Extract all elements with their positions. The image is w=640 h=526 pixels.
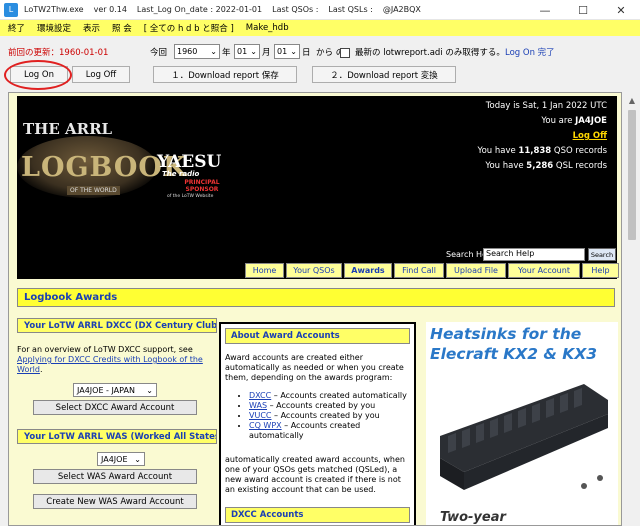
highlight-annotation — [4, 60, 72, 90]
list-item: VUCC – Accounts created by you — [249, 411, 414, 421]
download-convert-button[interactable]: ２．Download report 変換 — [312, 66, 456, 83]
nav-help[interactable]: Help — [582, 263, 619, 278]
callsign: JA4JOE — [575, 116, 607, 126]
search-help-input[interactable]: Search Help — [483, 248, 585, 261]
qso-count: You have 11,838 QSO records — [477, 146, 608, 156]
day-unit: 日 — [302, 48, 311, 58]
heatsink-image — [440, 384, 608, 490]
chevron-down-icon: ⌄ — [290, 47, 297, 56]
was-account-header: Your LoTW ARRL WAS (Worked All States) A… — [17, 429, 217, 444]
year-select[interactable]: 1960 ⌄ — [174, 44, 220, 59]
last-update: 前回の更新：1960-01-01 — [8, 48, 109, 58]
account-summary: Today is Sat, 1 Jan 2022 UTC You are JA4… — [478, 99, 608, 174]
you-are: You are JA4JOE — [541, 116, 607, 126]
search-button[interactable]: Search — [588, 248, 616, 261]
title-last-logon: Last_Log On_date : 2022-01-01 — [136, 5, 263, 14]
title-last-qsos: Last QSOs : — [272, 5, 319, 14]
about-award-accounts-panel: About Award Accounts Award accounts are … — [219, 322, 416, 525]
dxcc-credits-link[interactable]: Applying for DXCC Credits with Logbook o… — [17, 355, 203, 374]
nav-upload-file[interactable]: Upload File — [446, 263, 506, 278]
chevron-down-icon: ⌄ — [210, 47, 217, 56]
day-select[interactable]: 01 ⌄ — [274, 44, 300, 59]
about-auto-text: automatically created award accounts, wh… — [225, 455, 405, 494]
minimize-button[interactable]: — — [526, 0, 564, 20]
list-item: CQ WPX – Accounts created automatically — [249, 421, 414, 441]
status-text: Log On 完了 — [505, 48, 555, 58]
today-date: Today is Sat, 1 Jan 2022 UTC — [485, 101, 607, 111]
menu-make-hdb[interactable]: Make_hdb — [246, 23, 289, 33]
menu-lookup[interactable]: 照 会 — [112, 22, 132, 34]
latest-only-label: 最新の lotwreport.adi のみ取得する。 — [355, 48, 505, 58]
about-title: About Award Accounts — [225, 328, 410, 344]
sponsor-logo: YAESU — [157, 152, 222, 172]
sponsor-tagline: The radio — [162, 170, 200, 178]
title-bar: L LoTW2Thw.exe ver 0.14 Last_Log On_date… — [0, 0, 640, 20]
title-last-qsls: Last QSLs : — [328, 5, 373, 14]
scroll-thumb[interactable] — [628, 110, 636, 240]
lotw-header: THE ARRL LOGBOOK OF THE WORLD YAESU The … — [17, 96, 619, 279]
sponsor-sub: of the LoTW Website — [167, 194, 214, 199]
list-item: DXCC – Accounts created automatically — [249, 391, 414, 401]
vucc-link[interactable]: VUCC — [249, 411, 272, 420]
chevron-down-icon: ⌄ — [134, 454, 141, 464]
dxcc-account-select[interactable]: JA4JOE - JAPAN ⌄ — [73, 383, 157, 397]
window-title: LoTW2Thw.exe ver 0.14 Last_Log On_date :… — [24, 5, 421, 14]
award-accounts-column: Your LoTW ARRL DXCC (DX Century Club) Ac… — [17, 318, 217, 525]
cq-wpx-link[interactable]: CQ WPX — [249, 421, 282, 430]
title-version: ver 0.14 — [93, 5, 127, 14]
title-author: @JA2BQX — [382, 5, 421, 14]
ad-bottom-text: Two-year — [440, 510, 506, 525]
logo-of-the-world: OF THE WORLD — [67, 186, 120, 195]
year-unit: 年 — [222, 48, 231, 58]
qsl-count: You have 5,286 QSL records — [485, 161, 607, 171]
logo-the-arrl: THE ARRL — [23, 120, 113, 138]
page-title: Logbook Awards — [17, 288, 615, 307]
chevron-up-icon[interactable]: ▲ — [624, 96, 640, 105]
about-intro: Award accounts are created either automa… — [225, 353, 404, 382]
latest-only-checkbox[interactable] — [340, 48, 350, 58]
chevron-down-icon: ⌄ — [250, 47, 257, 56]
sponsor-role: PRINCIPAL SPONSOR — [184, 179, 220, 193]
select-dxcc-button[interactable]: Select DXCC Award Account — [33, 400, 197, 415]
chevron-down-icon: ⌄ — [146, 385, 153, 395]
ad-title: Heatsinks for the Elecraft KX2 & KX3 — [430, 325, 598, 363]
menu-bar: 終了 環境設定 表示 照 会 [ 全ての h d b と照合 ] Make_hd… — [0, 20, 640, 36]
log-off-button[interactable]: Log Off — [72, 66, 130, 83]
today-label: 今回 — [150, 48, 168, 58]
advertisement[interactable]: Heatsinks for the Elecraft KX2 & KX3 Two… — [426, 322, 618, 525]
was-account-select[interactable]: JA4JOE ⌄ — [97, 452, 145, 466]
date-controls-row: 前回の更新：1960-01-01 今回 1960 ⌄ 年 01 ⌄ 月 01 ⌄ 日 … — [0, 44, 640, 62]
award-program-list: DXCC – Accounts created automatically WA… — [221, 391, 414, 441]
month-unit: 月 — [262, 48, 271, 58]
menu-view[interactable]: 表示 — [83, 22, 100, 34]
was-link[interactable]: WAS — [249, 401, 267, 410]
nav-your-qsos[interactable]: Your QSOs — [286, 263, 342, 278]
app-icon: L — [4, 2, 18, 17]
month-select[interactable]: 01 ⌄ — [234, 44, 260, 59]
close-button[interactable]: ✕ — [602, 0, 640, 20]
download-save-button[interactable]: １．Download report 保存 — [153, 66, 297, 83]
select-was-button[interactable]: Select WAS Award Account — [33, 469, 197, 484]
list-item: WAS – Accounts created by you — [249, 401, 414, 411]
menu-match-all-hdb[interactable]: [ 全ての h d b と照合 ] — [144, 22, 234, 34]
dxcc-account-header: Your LoTW ARRL DXCC (DX Century Club) Ac… — [17, 318, 217, 333]
webview-scrollbar[interactable]: ▲ — [624, 92, 640, 526]
create-was-button[interactable]: Create New WAS Award Account — [33, 494, 197, 509]
lotw-nav: Home Your QSOs Awards Find Call Upload F… — [245, 263, 621, 278]
nav-find-call[interactable]: Find Call — [394, 263, 444, 278]
web-logoff-link[interactable]: Log Off — [573, 131, 607, 141]
menu-settings[interactable]: 環境設定 — [37, 22, 71, 34]
title-exe: LoTW2Thw.exe — [24, 5, 84, 14]
menu-exit[interactable]: 終了 — [8, 22, 25, 34]
nav-home[interactable]: Home — [245, 263, 284, 278]
lotw-webview: THE ARRL LOGBOOK OF THE WORLD YAESU The … — [8, 92, 622, 526]
nav-awards[interactable]: Awards — [344, 263, 392, 278]
dxcc-link[interactable]: DXCC — [249, 391, 271, 400]
nav-your-account[interactable]: Your Account — [508, 263, 580, 278]
dxcc-accounts-title: DXCC Accounts — [225, 507, 410, 523]
maximize-button[interactable]: ☐ — [564, 0, 602, 20]
dxcc-overview-text: For an overview of LoTW DXCC support, se… — [17, 345, 203, 374]
